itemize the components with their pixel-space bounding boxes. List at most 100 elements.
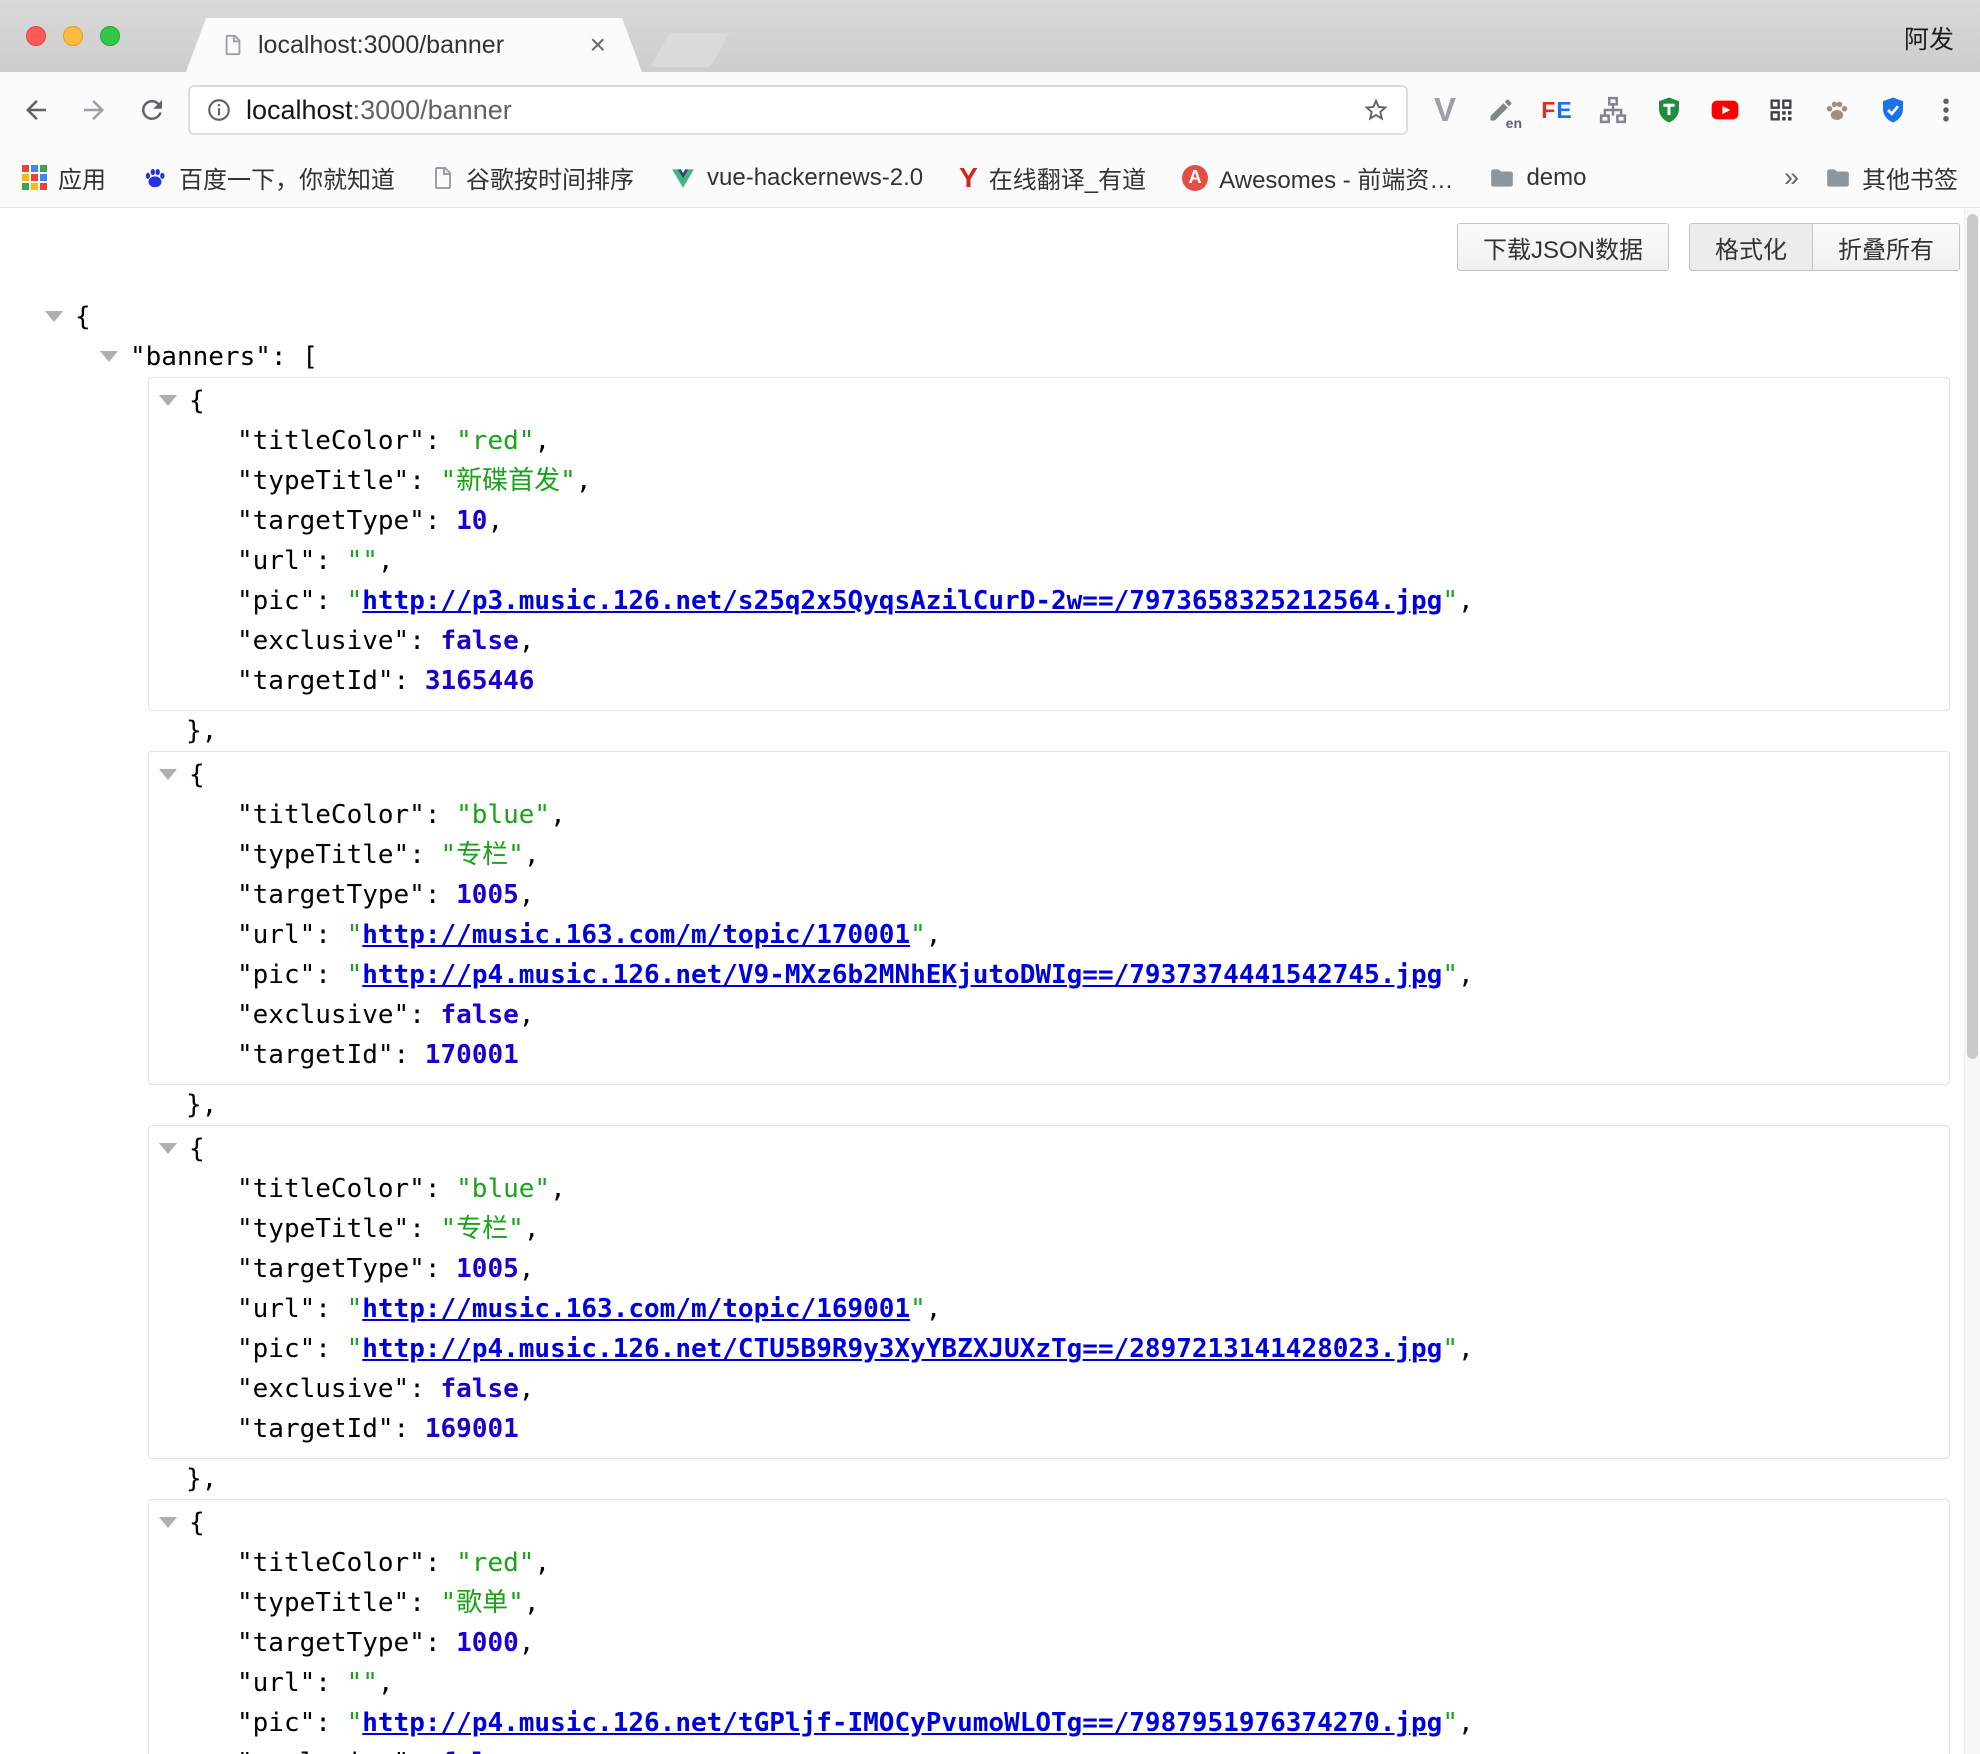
extension-translate-en-icon[interactable]: en: [1480, 89, 1522, 131]
json-property-line: "targetType": 1005,: [149, 1249, 1949, 1289]
close-window-button[interactable]: [26, 26, 46, 46]
json-link[interactable]: http://p4.music.126.net/V9-MXz6b2MNhEKju…: [362, 960, 1442, 990]
json-value: false: [441, 1374, 519, 1404]
bookmarks-overflow-chevron[interactable]: »: [1784, 162, 1799, 193]
browser-tab[interactable]: localhost:3000/banner ×: [186, 18, 642, 72]
json-value: 1005: [456, 1254, 519, 1284]
json-key: "typeTitle": [237, 1214, 409, 1244]
extension-shield-check-icon[interactable]: [1872, 89, 1914, 131]
bookmark-item-demo[interactable]: demo: [1489, 164, 1586, 192]
bookmark-item-youdao[interactable]: Y 在线翻译_有道: [959, 160, 1146, 195]
json-value: 169001: [425, 1414, 519, 1444]
extension-v-icon[interactable]: V: [1424, 89, 1466, 131]
collapse-triangle-icon[interactable]: [159, 1143, 177, 1154]
traffic-lights: [26, 26, 120, 46]
json-text: :: [409, 1374, 440, 1404]
collapse-triangle-icon[interactable]: [159, 395, 177, 406]
json-text: :: [315, 1294, 346, 1324]
json-text: ": [347, 1334, 363, 1364]
scrollbar-thumb[interactable]: [1967, 214, 1978, 1059]
json-text: ": [347, 960, 363, 990]
bookmark-item-apps[interactable]: 应用: [22, 160, 106, 195]
extension-paw-icon[interactable]: [1816, 89, 1858, 131]
collapse-triangle-icon[interactable]: [100, 351, 118, 362]
scrollbar-track[interactable]: [1964, 209, 1980, 1754]
json-text: ,: [1458, 1708, 1474, 1738]
json-key: "pic": [237, 586, 315, 616]
json-text: ,: [519, 1254, 535, 1284]
minimize-window-button[interactable]: [63, 26, 83, 46]
json-property-line: "exclusive": false,: [149, 1369, 1949, 1409]
json-text: ": [347, 920, 363, 950]
bookmark-label: 谷歌按时间排序: [466, 160, 634, 195]
collapse-triangle-icon[interactable]: [159, 1517, 177, 1528]
json-text: ,: [550, 800, 566, 830]
tab-title: localhost:3000/banner: [258, 31, 576, 60]
json-property-line: "exclusive": false,: [149, 995, 1949, 1035]
json-text: :: [394, 666, 425, 696]
extension-fe-icon[interactable]: FE: [1536, 89, 1578, 131]
bookmark-item-awesomes[interactable]: A Awesomes - 前端资…: [1182, 160, 1453, 195]
json-link[interactable]: http://music.163.com/m/topic/170001: [362, 920, 910, 950]
json-property-line: "typeTitle": "歌单",: [149, 1583, 1949, 1623]
json-value: 3165446: [425, 666, 535, 696]
json-key: "targetId": [237, 1414, 394, 1444]
browser-menu-icon[interactable]: [1926, 88, 1966, 132]
page-icon: [431, 166, 455, 190]
json-object-box: { "titleColor": "blue", "typeTitle": "专栏",…: [148, 1125, 1950, 1459]
zoom-window-button[interactable]: [100, 26, 120, 46]
json-value: "": [347, 546, 378, 576]
extension-qr-icon[interactable]: [1760, 89, 1802, 131]
json-text: :: [425, 1548, 456, 1578]
collapse-triangle-icon[interactable]: [45, 311, 63, 322]
json-property-line: "titleColor": "blue",: [149, 1169, 1949, 1209]
json-text: ": [910, 920, 926, 950]
new-tab-button[interactable]: [650, 33, 730, 67]
json-text: ,: [1458, 586, 1474, 616]
other-bookmarks-folder[interactable]: 其他书签: [1825, 160, 1958, 195]
json-text: ,: [519, 880, 535, 910]
json-property-line: "pic": "http://p4.music.126.net/CTU5B9R9…: [149, 1329, 1949, 1369]
bookmark-label: 应用: [58, 160, 106, 195]
collapse-all-button[interactable]: 折叠所有: [1812, 223, 1960, 271]
reload-button[interactable]: [130, 88, 174, 132]
json-link[interactable]: http://music.163.com/m/topic/169001: [362, 1294, 910, 1324]
tab-close-icon[interactable]: ×: [590, 31, 606, 59]
json-object-open-line: {: [149, 1503, 1949, 1543]
json-text: {: [189, 1134, 205, 1164]
json-text: :: [315, 960, 346, 990]
info-icon[interactable]: [206, 97, 232, 123]
extension-shield-t-icon[interactable]: [1648, 89, 1690, 131]
bookmark-star-icon[interactable]: [1362, 96, 1390, 124]
collapse-triangle-icon[interactable]: [159, 769, 177, 780]
json-key: "exclusive": [237, 1000, 409, 1030]
json-root-line: {: [0, 297, 1950, 337]
json-text: {: [75, 302, 91, 332]
download-json-button[interactable]: 下载JSON数据: [1457, 223, 1669, 271]
json-link[interactable]: http://p4.music.126.net/CTU5B9R9y3XyYBZX…: [362, 1334, 1442, 1364]
json-link[interactable]: http://p3.music.126.net/s25q2x5QyqsAzilC…: [362, 586, 1442, 616]
json-property-line: "url": "http://music.163.com/m/topic/169…: [149, 1289, 1949, 1329]
json-key: "typeTitle": [237, 466, 409, 496]
json-value: 1005: [456, 880, 519, 910]
json-value: "专栏": [441, 1214, 524, 1244]
json-value: "red": [456, 1548, 534, 1578]
json-text: :: [315, 1334, 346, 1364]
bookmark-item-baidu[interactable]: 百度一下，你就知道: [142, 160, 395, 195]
bookmark-item-vue[interactable]: vue-hackernews-2.0: [670, 164, 923, 192]
json-text: ": [1442, 960, 1458, 990]
json-key: "titleColor": [237, 1548, 425, 1578]
extension-youtube-icon[interactable]: [1704, 89, 1746, 131]
format-button[interactable]: 格式化: [1689, 223, 1813, 271]
bookmark-item-google-sort[interactable]: 谷歌按时间排序: [431, 160, 634, 195]
json-tree: {"banners": [{"titleColor": "red","typeT…: [0, 297, 1950, 1754]
back-button[interactable]: [14, 88, 58, 132]
forward-button[interactable]: [72, 88, 116, 132]
extension-sitemap-icon[interactable]: [1592, 89, 1634, 131]
json-property-line: "titleColor": "red",: [149, 1543, 1949, 1583]
json-property-line: "url": "",: [149, 1663, 1949, 1703]
json-link[interactable]: http://p4.music.126.net/tGPljf-IMOCyPvum…: [362, 1708, 1442, 1738]
json-property-line: "exclusive": false,: [149, 621, 1949, 661]
json-value: "新碟首发": [441, 466, 576, 496]
address-bar[interactable]: localhost:3000/banner: [188, 85, 1408, 135]
